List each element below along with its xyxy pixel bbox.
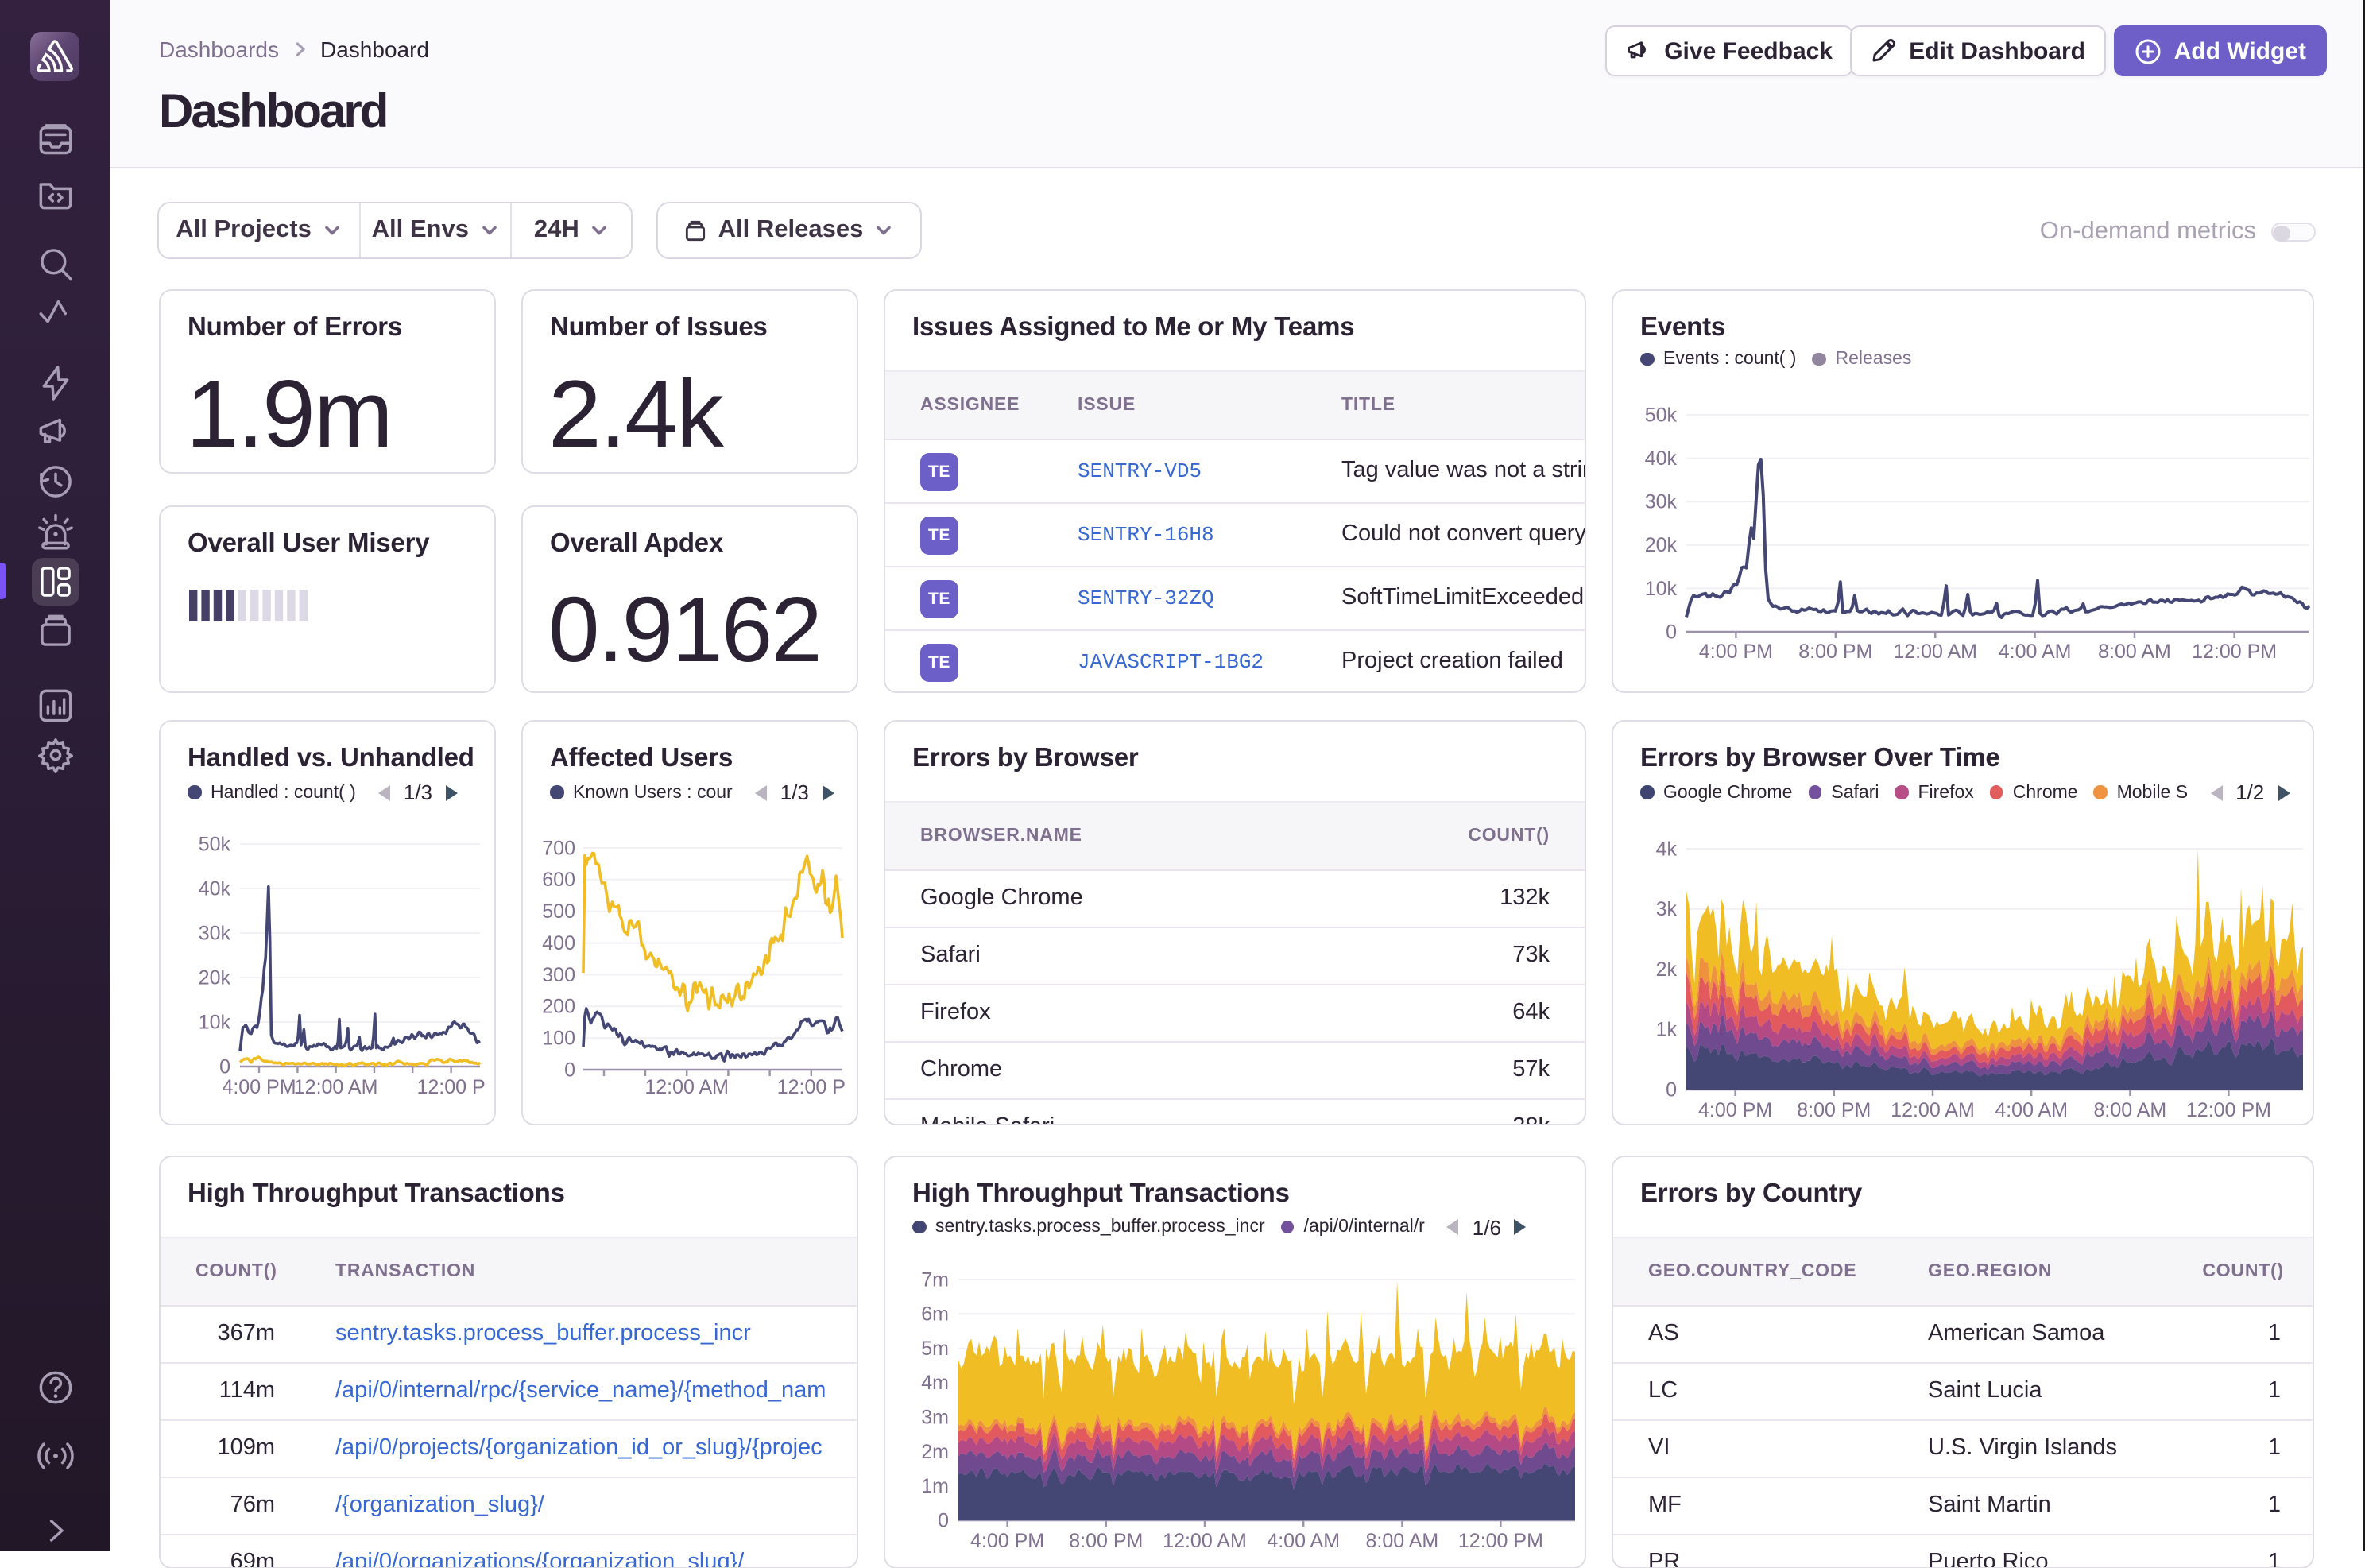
svg-text:50k: 50k: [199, 833, 231, 855]
svg-text:3m: 3m: [921, 1406, 949, 1428]
svg-text:4:00 AM: 4:00 AM: [1267, 1529, 1340, 1551]
svg-text:0: 0: [938, 1508, 949, 1531]
svg-text:4:00 AM: 4:00 AM: [1999, 641, 2072, 663]
svg-text:40k: 40k: [1645, 447, 1678, 470]
svg-text:8:00 PM: 8:00 PM: [1798, 641, 1872, 663]
svg-text:20k: 20k: [1645, 534, 1678, 556]
svg-text:0: 0: [564, 1059, 575, 1081]
svg-text:0: 0: [1666, 1078, 1677, 1101]
svg-text:0: 0: [219, 1055, 230, 1078]
svg-text:40k: 40k: [199, 877, 231, 900]
svg-text:12:00 AM: 12:00 AM: [1893, 641, 1977, 663]
svg-text:12:00 PM: 12:00 PM: [2186, 1099, 2271, 1121]
svg-text:12:00 P: 12:00 P: [777, 1076, 846, 1098]
svg-text:12:00 AM: 12:00 AM: [644, 1076, 729, 1098]
svg-text:8:00 PM: 8:00 PM: [1069, 1529, 1143, 1551]
svg-text:12:00 PM: 12:00 PM: [2192, 641, 2277, 663]
svg-text:4k: 4k: [1656, 838, 1678, 860]
svg-text:3k: 3k: [1656, 898, 1678, 920]
svg-text:12:00 PM: 12:00 PM: [1458, 1529, 1543, 1551]
svg-text:400: 400: [542, 932, 575, 954]
svg-text:700: 700: [542, 837, 575, 859]
svg-text:6m: 6m: [921, 1303, 949, 1325]
svg-text:300: 300: [542, 964, 575, 986]
svg-text:12:00 AM: 12:00 AM: [1891, 1099, 1975, 1121]
svg-text:10k: 10k: [1645, 578, 1678, 600]
svg-text:200: 200: [542, 996, 575, 1018]
svg-text:30k: 30k: [1645, 491, 1678, 513]
svg-text:7m: 7m: [921, 1268, 949, 1290]
svg-text:4:00 PM: 4:00 PM: [970, 1529, 1044, 1551]
svg-text:4:00 PM: 4:00 PM: [222, 1076, 296, 1098]
svg-text:8:00 AM: 8:00 AM: [1366, 1529, 1439, 1551]
svg-text:12:00 AM: 12:00 AM: [294, 1076, 378, 1098]
svg-text:2k: 2k: [1656, 958, 1678, 981]
svg-text:1k: 1k: [1656, 1019, 1678, 1041]
svg-text:12:00 AM: 12:00 AM: [1163, 1529, 1247, 1551]
svg-text:4:00 AM: 4:00 AM: [1995, 1099, 2068, 1121]
svg-text:8:00 PM: 8:00 PM: [1797, 1099, 1871, 1121]
svg-text:4m: 4m: [921, 1371, 949, 1393]
svg-text:1m: 1m: [921, 1474, 949, 1496]
svg-text:4:00 PM: 4:00 PM: [1699, 641, 1773, 663]
svg-text:8:00 AM: 8:00 AM: [2098, 641, 2171, 663]
svg-text:100: 100: [542, 1028, 575, 1050]
svg-text:2m: 2m: [921, 1440, 949, 1462]
svg-text:0: 0: [1666, 621, 1677, 643]
svg-text:30k: 30k: [199, 922, 231, 944]
svg-text:4:00 PM: 4:00 PM: [1698, 1099, 1772, 1121]
svg-text:10k: 10k: [199, 1011, 231, 1033]
svg-text:12:00 P: 12:00 P: [417, 1076, 486, 1098]
svg-text:500: 500: [542, 900, 575, 923]
svg-text:8:00 AM: 8:00 AM: [2094, 1099, 2167, 1121]
svg-text:600: 600: [542, 869, 575, 891]
svg-text:50k: 50k: [1645, 404, 1678, 426]
svg-text:20k: 20k: [199, 966, 231, 989]
svg-text:5m: 5m: [921, 1337, 949, 1359]
